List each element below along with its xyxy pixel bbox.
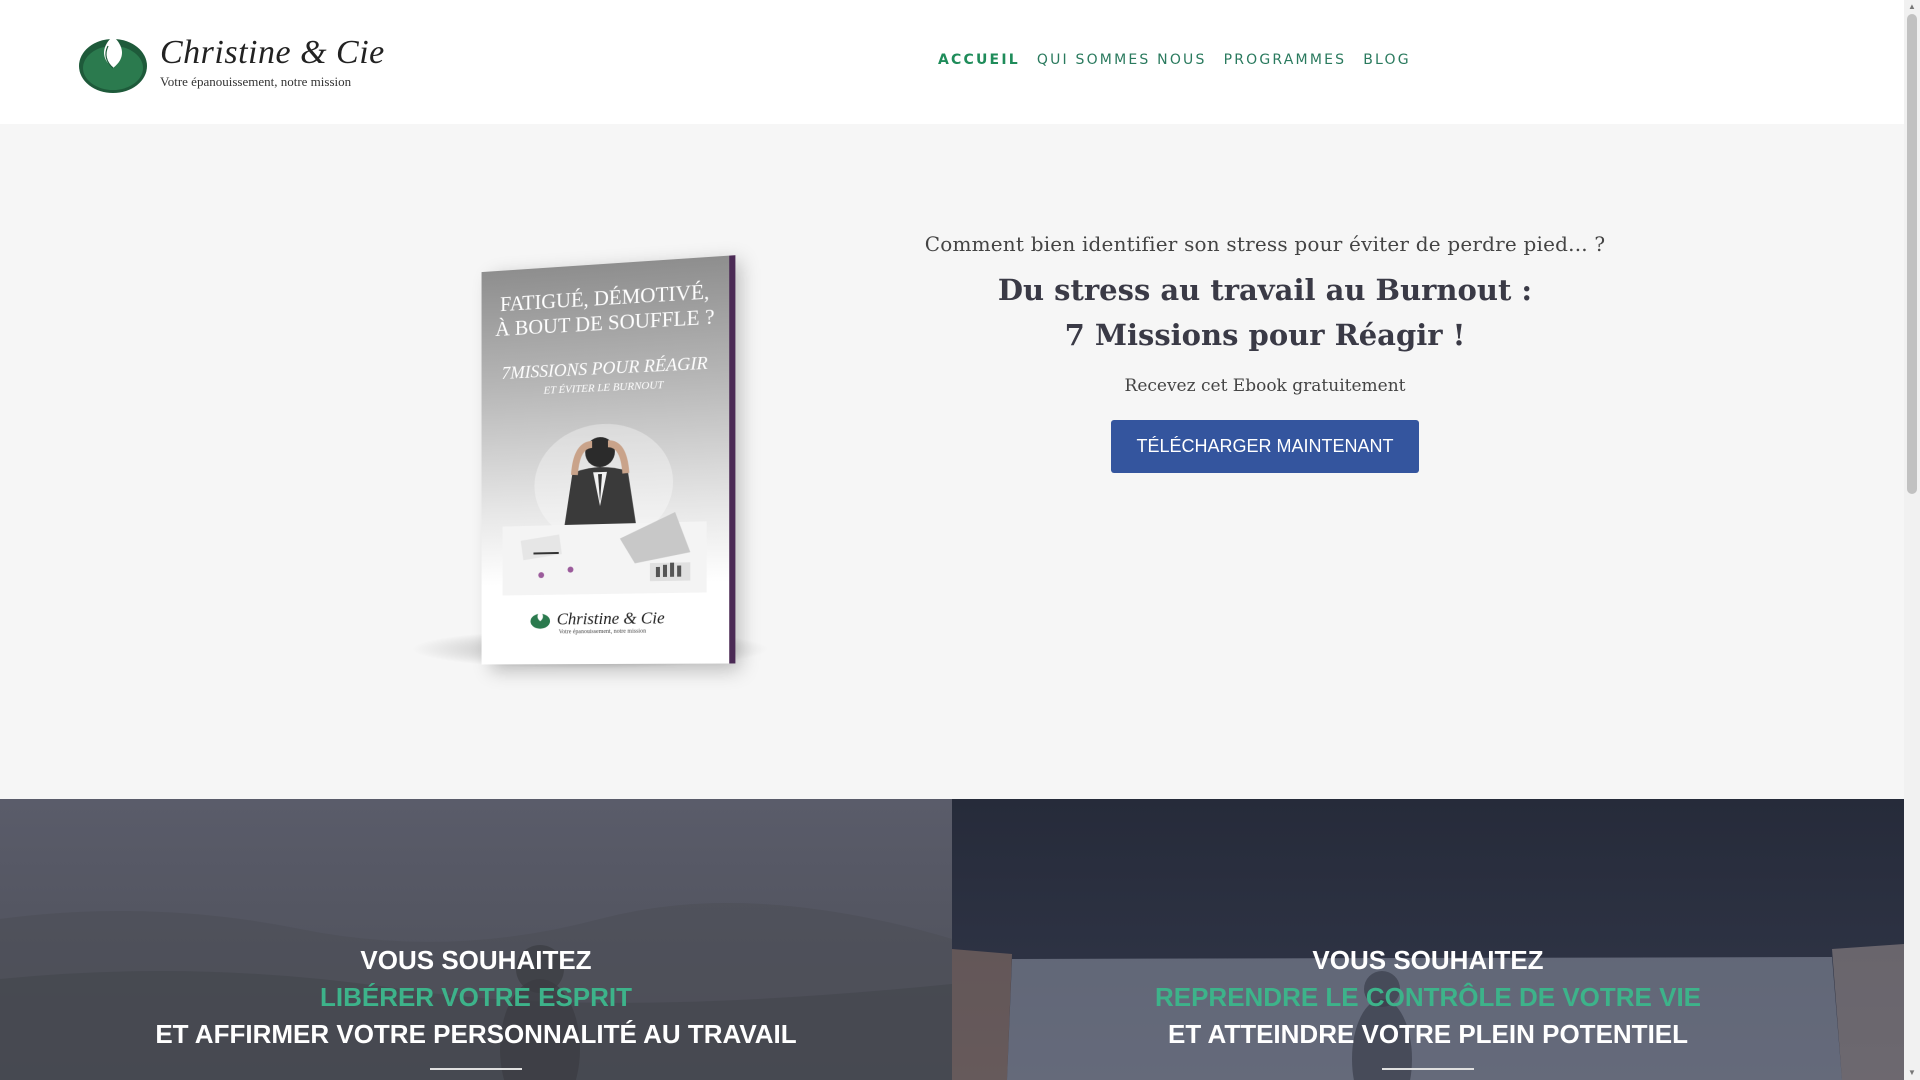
panel-left-text: VOUS SOUHAITEZ LIBÉRER VOTRE ESPRIT ET A… (0, 942, 952, 1053)
panel-right-divider (1382, 1068, 1474, 1070)
book-logo-name: Christine & Cie (556, 608, 665, 629)
scrollbar-thumb[interactable] (1907, 14, 1917, 494)
nav-item-programmes[interactable]: PROGRAMMES (1224, 52, 1347, 68)
hero-section: FATIGUÉ, DÉMOTIVÉ, À BOUT DE SOUFFLE ? 7… (0, 124, 1904, 799)
main-nav: ACCUEIL QUI SOMMES NOUS PROGRAMMES BLOG (938, 52, 1411, 68)
panel-left-line2: LIBÉRER VOTRE ESPRIT (319, 982, 633, 1012)
panel-controle-vie[interactable]: VOUS SOUHAITEZ REPRENDRE LE CONTRÔLE DE … (952, 799, 1904, 1080)
panel-right-line3: ET ATTEINDRE VOTRE PLEIN POTENTIEL (1167, 1019, 1689, 1049)
book-title: FATIGUÉ, DÉMOTIVÉ, À BOUT DE SOUFFLE ? (482, 278, 730, 343)
page-scrollbar[interactable]: ▲ ▼ (1904, 0, 1920, 1080)
book-logo: Christine & Cie Votre épanouissement, no… (530, 608, 665, 635)
panel-left-divider (430, 1068, 522, 1070)
nav-item-qui-sommes-nous[interactable]: QUI SOMMES NOUS (1037, 52, 1207, 68)
scroll-down-arrow-icon[interactable]: ▼ (1904, 1066, 1920, 1080)
panel-right-text: VOUS SOUHAITEZ REPRENDRE LE CONTRÔLE DE … (952, 942, 1904, 1053)
brand-name: Christine & Cie (160, 34, 385, 71)
site-logo[interactable]: Christine & Cie Votre épanouissement, no… (78, 32, 385, 94)
hero-intro: Comment bien identifier son stress pour … (924, 232, 1606, 256)
stressed-man-illustration (502, 421, 707, 596)
panel-liberer-esprit[interactable]: VOUS SOUHAITEZ LIBÉRER VOTRE ESPRIT ET A… (0, 799, 952, 1080)
download-button[interactable]: TÉLÉCHARGER MAINTENANT (1111, 420, 1419, 473)
lotus-logo-icon (79, 36, 147, 93)
nav-item-accueil[interactable]: ACCUEIL (938, 52, 1020, 68)
hero-note: Recevez cet Ebook gratuitement (1124, 376, 1406, 396)
hero-title: Du stress au travail au Burnout : 7 Miss… (900, 268, 1630, 358)
site-header: Christine & Cie Votre épanouissement, no… (0, 0, 1904, 124)
book-front: FATIGUÉ, DÉMOTIVÉ, À BOUT DE SOUFFLE ? 7… (481, 255, 730, 665)
panel-left-line3: ET AFFIRMER VOTRE PERSONNALITÉ AU TRAVAI… (155, 1019, 797, 1049)
book-logo-tagline: Votre épanouissement, notre mission (558, 628, 647, 636)
ebook-cover: FATIGUÉ, DÉMOTIVÉ, À BOUT DE SOUFFLE ? 7… (410, 255, 770, 684)
hero-title-line2: 7 Missions pour Réagir ! (1064, 318, 1466, 352)
panel-left-line1: VOUS SOUHAITEZ (360, 945, 592, 975)
hero-title-line1: Du stress au travail au Burnout : (997, 273, 1533, 307)
offer-panels: VOUS SOUHAITEZ LIBÉRER VOTRE ESPRIT ET A… (0, 799, 1904, 1080)
brand-tagline: Votre épanouissement, notre mission (160, 74, 352, 89)
hero-text-block: Comment bien identifier son stress pour … (900, 232, 1630, 473)
nav-item-blog[interactable]: BLOG (1363, 52, 1411, 68)
panel-right-line2: REPRENDRE LE CONTRÔLE DE VOTRE VIE (1154, 982, 1702, 1012)
panel-right-line1: VOUS SOUHAITEZ (1312, 945, 1544, 975)
book-lotus-icon (530, 611, 551, 629)
scroll-up-arrow-icon[interactable]: ▲ (1904, 0, 1920, 14)
